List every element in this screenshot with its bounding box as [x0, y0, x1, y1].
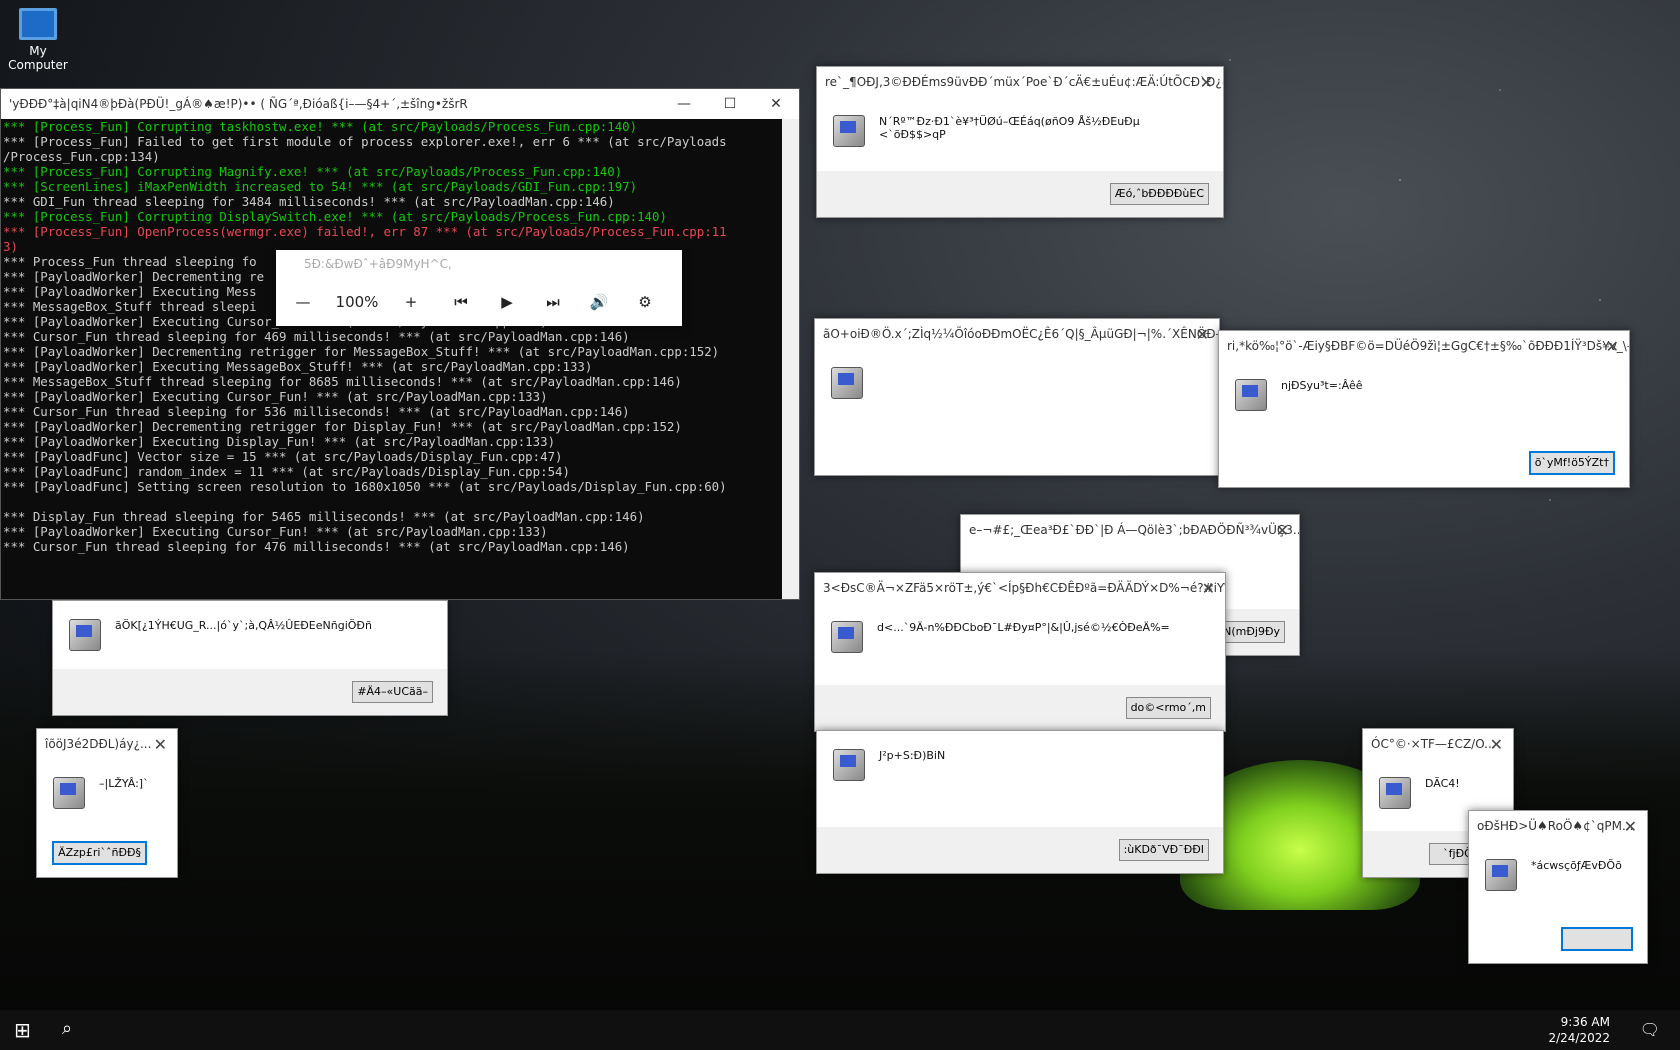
close-icon[interactable]: ✕ — [1202, 579, 1215, 598]
taskbar-date: 2/24/2022 — [1548, 1031, 1610, 1045]
dialog-10[interactable]: oÐšHÐ>Ü♠RoÖ♠¢`qPM... ✕ *ácwsçõƒÆvÐÕõ — [1468, 810, 1648, 964]
search-icon[interactable]: ⌕ — [62, 1018, 72, 1039]
console-line: *** [Process_Fun] OpenProcess(wermgr.exe… — [3, 224, 727, 239]
desktop-icon-label-line1: My — [29, 44, 47, 58]
computer-icon — [831, 367, 863, 399]
maximize-icon[interactable]: ☐ — [707, 89, 753, 119]
console-line: *** [PayloadFunc] Vector size = 15 *** (… — [3, 449, 563, 464]
dialog-message: N´Rº™Ðz·Ð1`è¥³†ÜØú–ŒÉáq(øñO9 Åš½ÐEuÐµ <`… — [879, 115, 1140, 141]
dialog-message: –|LŽYÂ:]` — [99, 777, 149, 790]
console-line: *** [ScreenLines] iMaxPenWidth increased… — [3, 179, 638, 194]
dialog-button[interactable]: do©<rmo´,m — [1125, 697, 1211, 719]
computer-icon — [1379, 777, 1411, 809]
computer-icon — [833, 115, 865, 147]
console-line: *** [PayloadWorker] Executing Cursor_Fun… — [3, 389, 548, 404]
media-player[interactable]: 5Ð:&ÐwÐˆ+âÐ9MyH^C, — 100% + ⏮ ▶ ⏭ 🔊 ⚙ — [276, 250, 682, 326]
close-icon[interactable]: ✕ — [1276, 521, 1289, 540]
desktop-icon-my-computer[interactable]: My Computer — [8, 8, 68, 72]
console-line: *** [PayloadWorker] Executing Display_Fu… — [3, 434, 556, 449]
dialog-button[interactable]: Æó,ˆbÐÐÐÐùEC — [1109, 183, 1209, 205]
dialog-title: oÐšHÐ>Ü♠RoÖ♠¢`qPM... — [1477, 819, 1634, 833]
dialog-1[interactable]: re`_¶OÐJ,3©ÐÐÉms9üvÐÐ´müx´Poe`Ð´cÄ€±uÉu¢… — [816, 66, 1224, 218]
previous-icon[interactable]: ⏮ — [438, 293, 484, 311]
dialog-message: *ácwsçõƒÆvÐÕõ — [1531, 859, 1622, 872]
console-line: *** [PayloadFunc] random_index = 11 *** … — [3, 464, 570, 479]
player-title: 5Ð:&ÐwÐˆ+âÐ9MyH^C, — [304, 257, 452, 271]
console-line: *** Display_Fun thread sleeping for 5465… — [3, 509, 645, 524]
computer-icon — [833, 749, 865, 781]
desktop-icon-label-line2: Computer — [8, 58, 68, 72]
windows-start-icon[interactable]: ⊞ — [14, 1018, 31, 1042]
console-line: *** [PayloadWorker] Decrementing retrigg… — [3, 344, 720, 359]
dialog-button[interactable]: õ`yMf!ö5ÝZt† — [1528, 451, 1615, 475]
volume-icon[interactable]: 🔊 — [576, 293, 622, 311]
dialog-button[interactable]: #Ä4–«UCää– — [352, 681, 433, 703]
dialog-2[interactable]: ãO+oiÐ®Ö.x´;ZÌq½¼ÕîóoÐÐmOËC¿Ê6´Q|§_ÂµüGÐ… — [814, 318, 1220, 476]
console-scrollbar[interactable] — [782, 119, 799, 599]
dialog-message: njÐSyu³t=:Âêê — [1281, 379, 1363, 392]
dialog-message: ãÖK[¿1ÝH€UG_R...|ó`y`;à,QÂ½ÛEÐEeNñgiÖÐñ — [115, 619, 372, 632]
close-icon[interactable]: ✕ — [1624, 817, 1637, 836]
console-line: *** [Process_Fun] Corrupting Magnify.exe… — [3, 164, 623, 179]
notification-icon[interactable]: 🗨 — [1640, 1020, 1660, 1039]
dialog-5[interactable]: 3<ÐsC®Ä¬×ZFä5×röT±,ý€`<Íp§Ðh€CÐÊÐºã=ÐÄÄD… — [814, 572, 1226, 732]
console-line: *** [Process_Fun] Corrupting taskhostw.e… — [3, 119, 638, 134]
computer-icon — [1235, 379, 1267, 411]
dialog-3[interactable]: ri,*kö‰¦°ö`-Æiy§ÐBF©ö=DÜéÖ9žì¦±GgC€†±§‰`… — [1218, 330, 1630, 488]
computer-icon — [1485, 859, 1517, 891]
settings-icon[interactable]: ⚙ — [622, 293, 668, 311]
close-icon[interactable]: ✕ — [1606, 337, 1619, 356]
computer-icon — [19, 8, 57, 40]
console-line: /Process_Fun.cpp:134) — [3, 149, 160, 164]
console-line: *** Cursor_Fun thread sleeping for 469 m… — [3, 329, 630, 344]
console-line: *** MessageBox_Stuff thread sleeping for… — [3, 374, 682, 389]
console-window[interactable]: 'yÐÐÐ°‡à|qiN4®þÐà(PÐÜ!_gÁ®♠æ!P)•• ( ÑG´ª… — [0, 88, 800, 600]
next-icon[interactable]: ⏭ — [530, 293, 576, 311]
console-line: *** [Process_Fun] Failed to get first mo… — [3, 134, 727, 149]
dialog-message: J²p+S:Ð)BiN — [879, 749, 946, 762]
console-line: *** [Process_Fun] Corrupting DisplaySwit… — [3, 209, 667, 224]
dialog-title: ri,*kö‰¦°ö`-Æiy§ÐBF©ö=DÜéÖ9žì¦±GgC€†±§‰`… — [1227, 339, 1629, 353]
console-line: *** [PayloadFunc] Setting screen resolut… — [3, 479, 727, 494]
console-line: *** [PayloadWorker] Decrementing retrigg… — [3, 419, 682, 434]
dialog-title: re`_¶OÐJ,3©ÐÐÉms9üvÐÐ´müx´Poe`Ð´cÄ€±uÉu¢… — [825, 75, 1223, 89]
dialog-message: DÃC4! — [1425, 777, 1460, 790]
dialog-title: ãO+oiÐ®Ö.x´;ZÌq½¼ÕîóoÐÐmOËC¿Ê6´Q|§_ÂµüGÐ… — [823, 327, 1219, 341]
close-icon[interactable]: ✕ — [154, 735, 167, 754]
dialog-title: 3<ÐsC®Ä¬×ZFä5×röT±,ý€`<Íp§Ðh€CÐÊÐºã=ÐÄÄD… — [823, 581, 1225, 595]
computer-icon — [69, 619, 101, 651]
computer-icon — [831, 621, 863, 653]
close-icon[interactable]: ✕ — [1490, 735, 1503, 754]
taskbar: ⊞ ⌕ 9:36 AM 2/24/2022 🗨 — [0, 1010, 1680, 1050]
dialog-title: ÓC°©·×TF—£CZ/O... — [1371, 737, 1496, 751]
dialog-button[interactable]: ÄZzp£ri`ˆñÐÐ§ — [52, 841, 147, 865]
dialog-8[interactable]: J²p+S:Ð)BiN :ùKDð¯VÐ¯ÐÐI — [816, 730, 1224, 874]
play-icon[interactable]: ▶ — [484, 293, 530, 311]
minimize-icon[interactable]: — — [661, 89, 707, 119]
close-icon[interactable]: ✕ — [753, 89, 799, 119]
dialog-title: e–¬#£;_Œea³Ð£`ÐÐ`|Ð Á—Qölè3`;bÐAÐÖÐÑ³¾vÜ… — [969, 523, 1299, 537]
console-line: *** [PayloadWorker] Executing Cursor_Fun… — [3, 524, 548, 539]
dialog-message: d<...`9Ä-n%ÐÐCboÐ¯L#Ðy¤P°|&|Û,jsé©½€ÒÐeÄ… — [877, 621, 1170, 634]
dialog-title: îõöJ3é2DÐL)áy¿... — [45, 737, 152, 751]
console-line: *** GDI_Fun thread sleeping for 3484 mil… — [3, 194, 615, 209]
zoom-in-icon[interactable]: + — [384, 293, 438, 311]
console-line: *** Cursor_Fun thread sleeping for 476 m… — [3, 539, 630, 554]
dialog-button[interactable] — [1561, 927, 1633, 951]
console-title: 'yÐÐÐ°‡à|qiN4®þÐà(PÐÜ!_gÁ®♠æ!P)•• ( ÑG´ª… — [9, 97, 468, 111]
dialog-7[interactable]: îõöJ3é2DÐL)áy¿... ✕ –|LŽYÂ:]` ÄZzp£ri`ˆñÐ… — [36, 728, 178, 878]
computer-icon — [53, 777, 85, 809]
dialog-button[interactable]: :ùKDð¯VÐ¯ÐÐI — [1118, 839, 1209, 861]
close-icon[interactable]: ✕ — [1196, 325, 1209, 344]
dialog-6[interactable]: ãÖK[¿1ÝH€UG_R...|ó`y`;à,QÂ½ÛEÐEeNñgiÖÐñ … — [52, 600, 448, 716]
console-line: *** [PayloadWorker] Executing MessageBox… — [3, 359, 593, 374]
console-output: *** [Process_Fun] Corrupting taskhostw.e… — [1, 119, 799, 554]
close-icon[interactable]: ✕ — [1200, 73, 1213, 92]
zoom-out-icon[interactable]: — — [276, 293, 330, 311]
zoom-level: 100% — [335, 293, 379, 311]
taskbar-time: 9:36 AM — [1560, 1015, 1610, 1029]
console-line: *** Cursor_Fun thread sleeping for 536 m… — [3, 404, 630, 419]
